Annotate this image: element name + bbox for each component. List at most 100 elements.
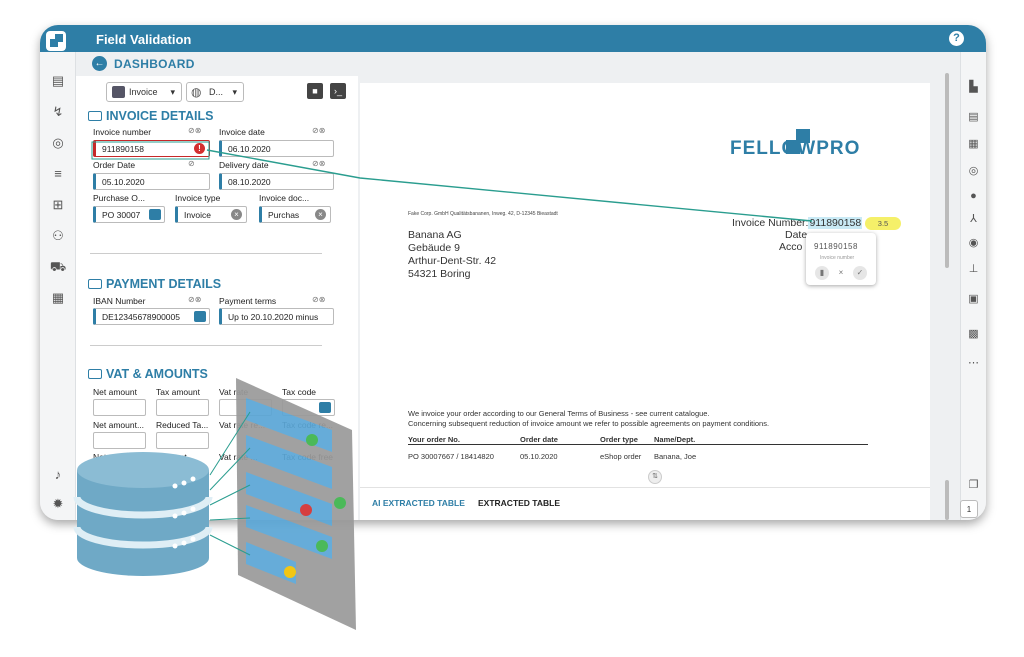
order-header-1: Your order No. [408, 435, 460, 444]
list-icon [88, 369, 102, 379]
order-cell-2: 05.10.2020 [520, 452, 558, 461]
settings-gear-icon[interactable]: ✹ [49, 495, 67, 513]
iban-label: IBAN Number [93, 296, 146, 306]
app-logo-icon[interactable] [46, 31, 66, 51]
document-scrollbar[interactable] [945, 73, 949, 268]
order-header-2: Order date [520, 435, 558, 444]
chevron-down-icon: ▾ [232, 87, 237, 97]
stamp-icon[interactable]: ⊥ [966, 262, 981, 277]
check-circle-icon[interactable]: ◎ [49, 134, 67, 152]
invoice-number-field[interactable]: 911890158! [93, 140, 210, 157]
chat-icon[interactable]: ● [966, 189, 981, 204]
payment-details-title: PAYMENT DETAILS [88, 277, 221, 291]
title-bar: Field Validation ? [40, 25, 986, 52]
resize-handle-icon[interactable]: ⇅ [648, 470, 662, 484]
zoom-icon[interactable]: ◉ [966, 236, 981, 251]
document-brand: FELLOWPRO [730, 138, 861, 159]
tax-code-field[interactable] [282, 399, 335, 416]
popup-value: 911890158 [814, 242, 858, 251]
field-popup: 911890158 Invoice number ▮ × ✓ [806, 233, 876, 285]
more-icon[interactable]: ⋯ [966, 356, 981, 371]
reject-icon[interactable]: × [834, 266, 848, 280]
chevron-down-icon: ▾ [170, 87, 175, 97]
cart-icon[interactable]: ⛟ [49, 258, 67, 276]
net-amount-free-label: Net ... [93, 452, 116, 462]
terminal-icon[interactable]: ›_ [330, 83, 346, 99]
help-icon[interactable]: ? [949, 31, 964, 46]
order-date-field[interactable]: 05.10.2020 [93, 173, 210, 190]
invoice-number-label: Invoice number [93, 127, 152, 137]
code-file-icon[interactable]: ▣ [966, 292, 981, 307]
tab-extracted-table[interactable]: EXTRACTED TABLE [478, 498, 560, 508]
bell-icon[interactable]: ♪ [49, 466, 67, 484]
invoice-doc-label: Invoice doc... [259, 193, 310, 203]
payment-terms-field[interactable]: Up to 20.10.2020 minus [219, 308, 334, 325]
users-icon[interactable]: ⚇ [49, 227, 67, 245]
tax-amount-label: Tax amount [156, 387, 200, 397]
tab-ai-extracted-table[interactable]: AI EXTRACTED TABLE [372, 498, 465, 508]
keyboard-icon[interactable]: ▦ [966, 137, 981, 152]
doc-type-icon [112, 86, 125, 98]
dashboard-link[interactable]: DASHBOARD [114, 57, 195, 71]
warning-dot [284, 566, 296, 578]
doc-invoice-number: Invoice Number:911890158 [732, 217, 863, 229]
delete-icon[interactable]: ▮ [815, 266, 829, 280]
document-search-icon[interactable]: ▙ [966, 80, 981, 95]
invoice-date-field[interactable]: 06.10.2020 [219, 140, 334, 157]
table-tabs: AI EXTRACTED TABLE EXTRACTED TABLE [360, 487, 930, 520]
order-cell-3: eShop order [600, 452, 642, 461]
doc-account-label: Acco [779, 241, 803, 253]
sender-line: Fake Corp. GmbH Qualitätsbananen, Inweg.… [408, 211, 558, 217]
copy-icon[interactable]: ❐ [966, 478, 981, 493]
check-circle-icon[interactable]: ◎ [966, 164, 981, 179]
net-amount-reduced-field[interactable] [93, 432, 146, 449]
hierarchy-icon[interactable]: ⊞ [49, 196, 67, 214]
person-icon[interactable]: ⅄ [966, 212, 981, 227]
net-amount-field[interactable] [93, 399, 146, 416]
vat-rate-reduced-label: Vat rate re... [219, 420, 266, 430]
confirm-icon[interactable]: ✓ [853, 266, 867, 280]
file-icon[interactable]: ▦ [49, 289, 67, 307]
clear-icon[interactable]: × [315, 209, 326, 220]
tax-code-reduced-label: Tax code re... [282, 420, 334, 430]
form-panel: Invoice ▾ ◍ D... ▾ ■ ›_ INVOICE DETAILS … [76, 76, 383, 520]
confidence-badge: 3.5 [865, 217, 901, 230]
table-icon[interactable]: ▤ [966, 110, 981, 125]
vat-rate-free-label: Vat rate ... [219, 452, 258, 462]
language-select[interactable]: ◍ D... ▾ [186, 82, 244, 102]
clear-icon[interactable]: × [231, 209, 242, 220]
invoice-details-title: INVOICE DETAILS [88, 109, 213, 123]
status-icons: ⊘⊗ [188, 126, 202, 135]
dashboard-header: ← DASHBOARD [76, 52, 358, 76]
invoice-doc-field[interactable]: Purchas × [259, 206, 331, 223]
reduced-tax-field[interactable] [156, 432, 209, 449]
document-icon[interactable]: ▤ [49, 72, 67, 90]
back-arrow-icon[interactable]: ← [92, 56, 107, 71]
order-date-label: Order Date [93, 160, 136, 170]
doc-type-select[interactable]: Invoice ▾ [106, 82, 182, 102]
status-icons: ⊘⊗ [188, 295, 202, 304]
order-cell-4: Banana, Joe [654, 452, 697, 461]
table-scrollbar[interactable] [945, 480, 949, 520]
payment-terms-label: Payment terms [219, 296, 277, 306]
order-cell-1: PO 30007667 / 18414820 [408, 452, 494, 461]
purchase-order-field[interactable]: PO 30007 [93, 206, 165, 223]
address-line-4: 54321 Boring [408, 268, 471, 280]
valid-dot [316, 540, 328, 552]
qr-code-icon[interactable]: ▩ [966, 327, 981, 342]
list-icon [88, 279, 102, 289]
doc-invoice-number-value[interactable]: 911890158 [808, 217, 863, 229]
tax-amount-field[interactable] [156, 399, 209, 416]
order-header-4: Name/Dept. [654, 435, 696, 444]
page-number[interactable]: 1 [960, 500, 978, 518]
analytics-icon[interactable]: ↯ [49, 103, 67, 121]
rules-icon[interactable]: ≡ [49, 165, 67, 183]
vat-rate-field[interactable] [219, 399, 272, 416]
delivery-date-field[interactable]: 08.10.2020 [219, 173, 334, 190]
error-icon: ! [194, 143, 205, 154]
save-icon[interactable]: ■ [307, 83, 323, 99]
iban-field[interactable]: DE12345678900005 [93, 308, 210, 325]
invoice-type-label: Invoice type [175, 193, 221, 203]
invoice-type-field[interactable]: Invoice × [175, 206, 247, 223]
reduced-tax-label: Reduced Ta... [156, 420, 209, 430]
